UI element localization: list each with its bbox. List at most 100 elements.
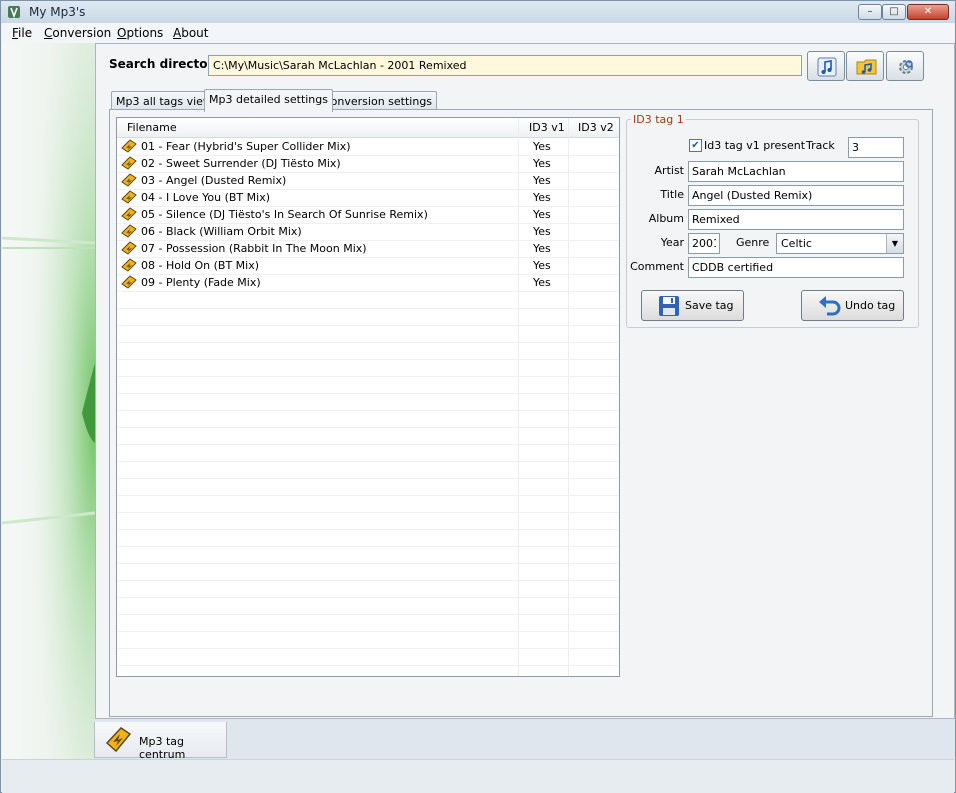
window-title: My Mp3's [29,5,86,19]
save-tag-button[interactable]: Save tag [641,290,744,321]
app-icon [8,6,20,19]
menu-conversion[interactable]: Conversion [44,26,111,40]
track-label: Track [806,139,835,152]
menu-file[interactable]: File [12,26,32,40]
table-row[interactable] [117,648,619,666]
mp3-file-icon [121,139,137,153]
table-row[interactable] [117,427,619,445]
mp3-file-icon [121,207,137,221]
table-row[interactable] [117,512,619,530]
table-row[interactable] [117,563,619,581]
tab-mp3-all-tags-view[interactable]: Mp3 all tags view [111,91,217,111]
column-id3-v2[interactable]: ID3 v2 [578,121,614,134]
row-id3-v1: Yes [533,191,551,204]
row-filename: 09 - Plenty (Fade Mix) [141,276,261,289]
table-row[interactable] [117,614,619,632]
title-input[interactable] [688,185,904,206]
table-row[interactable] [117,308,619,326]
row-id3-v1: Yes [533,276,551,289]
table-row[interactable] [117,478,619,496]
row-filename: 01 - Fear (Hybrid's Super Collider Mix) [141,140,351,153]
search-directory-label: Search directory [109,57,222,71]
artist-label: Artist [654,164,684,177]
table-row[interactable] [117,393,619,411]
row-filename: 05 - Silence (DJ Tiësto's In Search Of S… [141,208,428,221]
table-row[interactable] [117,359,619,377]
table-row[interactable]: 09 - Plenty (Fade Mix) Yes [117,274,619,292]
save-tag-label: Save tag [685,299,734,312]
row-filename: 06 - Black (William Orbit Mix) [141,225,302,238]
album-input[interactable] [688,209,904,230]
file-list-header: Filename ID3 v1 ID3 v2 [117,118,619,138]
table-row[interactable] [117,597,619,615]
music-note-icon [817,57,837,77]
table-row[interactable]: 05 - Silence (DJ Tiësto's In Search Of S… [117,206,619,224]
maximize-button[interactable]: □ [882,4,906,20]
comment-label: Comment [630,260,684,273]
undo-tag-label: Undo tag [845,299,896,312]
id3-group-title: ID3 tag 1 [631,113,686,126]
table-row[interactable] [117,291,619,309]
mp3-tag-centrum-tab[interactable]: Mp3 tag centrum [94,722,227,761]
table-row[interactable]: 02 - Sweet Surrender (DJ Tiësto Mix) Yes [117,155,619,173]
menu-options[interactable]: Options [117,26,163,40]
table-row[interactable]: 03 - Angel (Dusted Remix) Yes [117,172,619,190]
title-bar[interactable]: My Mp3's – □ ✕ [1,1,955,23]
table-row[interactable] [117,631,619,649]
table-row[interactable]: 08 - Hold On (BT Mix) Yes [117,257,619,275]
tab-conversion-settings[interactable]: Conversion settings [318,91,438,111]
status-bar [2,759,954,793]
menu-about[interactable]: About [173,26,209,40]
tab-mp3-detailed-settings[interactable]: Mp3 detailed settings [204,89,333,112]
undo-tag-button[interactable]: Undo tag [801,290,904,321]
table-row[interactable]: 07 - Possession (Rabbit In The Moon Mix)… [117,240,619,258]
row-filename: 03 - Angel (Dusted Remix) [141,174,287,187]
settings-button[interactable] [886,51,924,81]
id3-v1-present-checkbox[interactable]: ✔ [689,139,702,152]
genre-select[interactable]: Celtic ▼ [776,233,904,254]
search-directory-input[interactable] [208,55,802,76]
mp3-file-icon [121,275,137,289]
column-id3-v1[interactable]: ID3 v1 [529,121,565,134]
music-note-button[interactable] [807,51,845,81]
table-row[interactable] [117,546,619,564]
close-button[interactable]: ✕ [907,4,949,20]
year-label: Year [660,236,684,249]
mp3-file-icon [121,224,137,238]
music-folder-button[interactable] [846,51,884,81]
chevron-down-icon[interactable]: ▼ [886,234,903,253]
column-filename[interactable]: Filename [127,121,177,134]
artist-input[interactable] [688,161,904,182]
comment-input[interactable] [688,257,904,278]
undo-arrow-icon [819,296,841,316]
table-row[interactable] [117,342,619,360]
mp3-file-icon [121,190,137,204]
table-row[interactable]: 04 - I Love You (BT Mix) Yes [117,189,619,207]
row-id3-v1: Yes [533,208,551,221]
background-artwork [2,43,95,759]
row-id3-v1: Yes [533,259,551,272]
lightning-icon [105,727,132,753]
track-input[interactable] [848,137,904,158]
table-row[interactable] [117,580,619,598]
row-id3-v1: Yes [533,242,551,255]
year-input[interactable] [688,233,720,254]
table-row[interactable] [117,529,619,547]
row-id3-v1: Yes [533,157,551,170]
table-row[interactable] [117,444,619,462]
table-row[interactable]: 06 - Black (William Orbit Mix) Yes [117,223,619,241]
table-row[interactable] [117,410,619,428]
file-list[interactable]: Filename ID3 v1 ID3 v2 01 - Fear (Hybrid… [116,117,620,677]
table-row[interactable] [117,376,619,394]
mp3-file-icon [121,241,137,255]
table-row[interactable]: 01 - Fear (Hybrid's Super Collider Mix) Y… [117,138,619,156]
minimize-button[interactable]: – [858,4,882,20]
genre-label: Genre [736,236,770,249]
menu-bar: File Conversion Options About [2,23,954,43]
table-row[interactable] [117,461,619,479]
gear-search-icon [899,60,913,74]
id3-v1-present-label: Id3 tag v1 present [704,139,806,152]
title-label: Title [660,188,684,201]
table-row[interactable] [117,325,619,343]
table-row[interactable] [117,495,619,513]
